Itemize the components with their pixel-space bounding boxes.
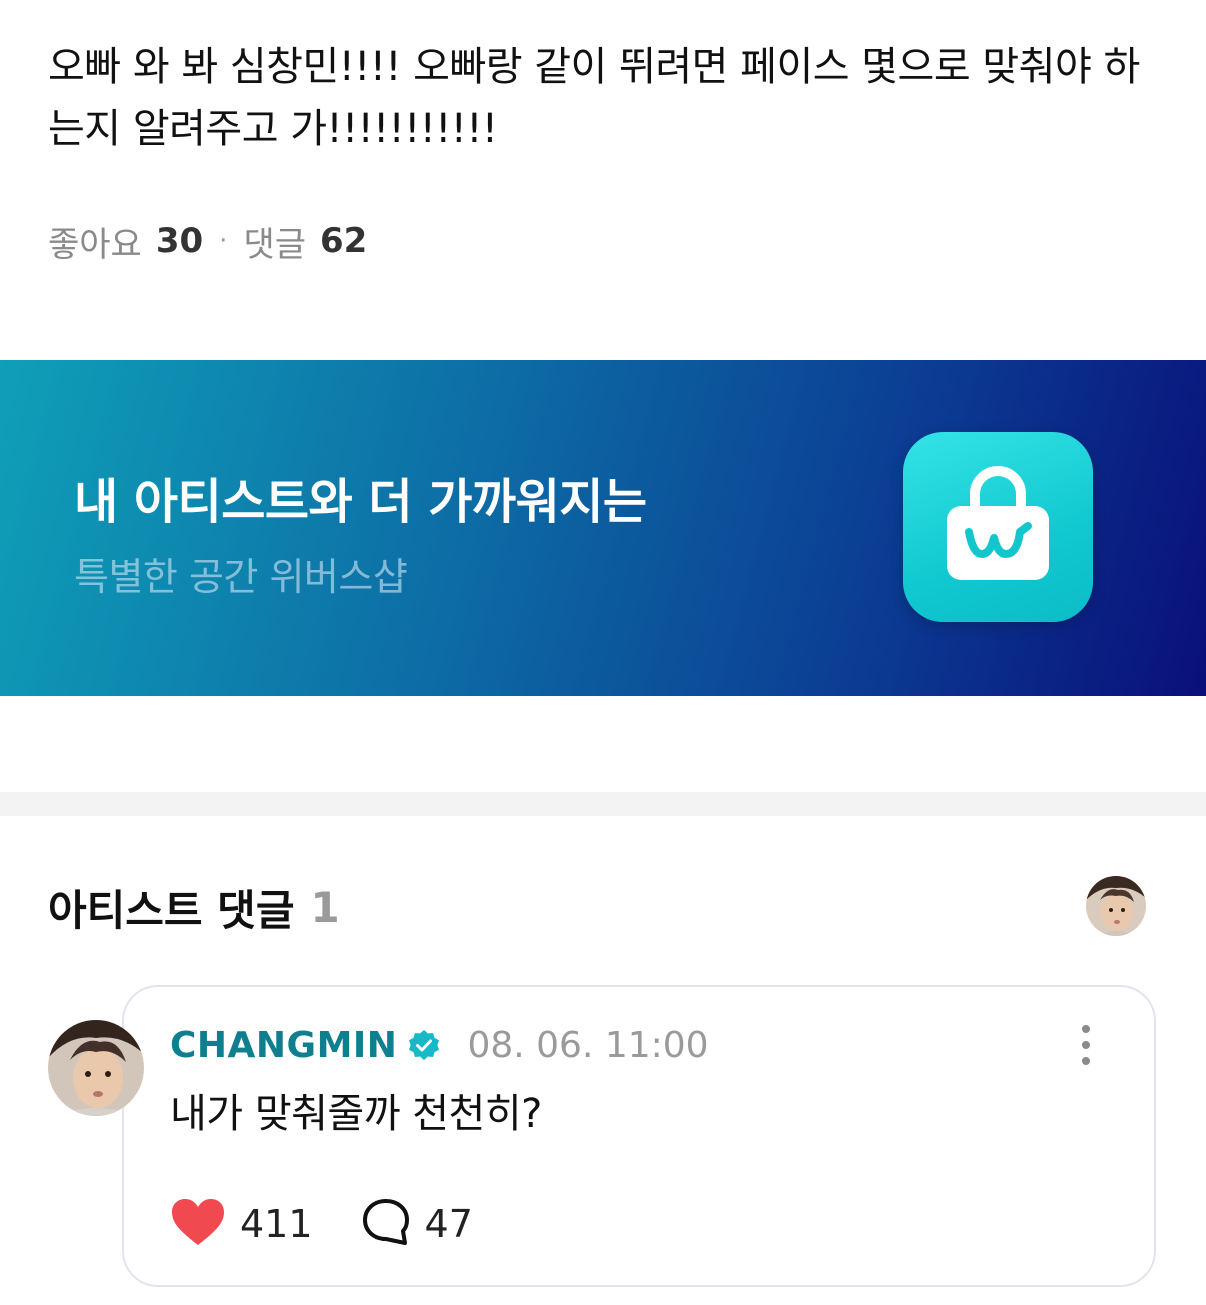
section-divider — [0, 792, 1206, 816]
reply-count: 47 — [424, 1202, 473, 1246]
artist-comments-count: 1 — [310, 882, 340, 932]
banner-title[interactable]: 내 아티스트와 더 가까워지는 — [74, 462, 647, 532]
likes-count[interactable]: 30 — [156, 221, 203, 261]
comment-reactions: 411 47 — [170, 1196, 473, 1252]
like-button[interactable]: 411 — [170, 1197, 313, 1251]
likes-label[interactable]: 좋아요 — [48, 217, 142, 266]
artist-avatar-small[interactable] — [1086, 876, 1146, 936]
comment-text: 내가 맞춰줄까 천천히? — [170, 1091, 542, 1137]
comments-count[interactable]: 62 — [320, 221, 367, 261]
like-count: 411 — [240, 1202, 313, 1246]
speech-bubble-icon[interactable] — [361, 1197, 411, 1251]
comment-author-name[interactable]: CHANGMIN — [170, 1025, 397, 1066]
reply-button[interactable]: 47 — [361, 1197, 473, 1251]
post-body-text: 오빠 와 봐 심창민!!!! 오빠랑 같이 뛰려면 페이스 몇으로 맞춰야 하는… — [48, 44, 1140, 152]
artist-comments-title: 아티스트 댓글 — [48, 885, 295, 935]
comment-author-avatar[interactable] — [48, 1020, 144, 1116]
weverse-shop-bag-icon[interactable] — [903, 432, 1093, 622]
comments-label[interactable]: 댓글 — [243, 217, 306, 266]
artist-comments-heading: 아티스트 댓글 1 — [48, 876, 340, 938]
comment-header: CHANGMIN 08. 06. 11:00 — [170, 1022, 709, 1068]
post-page: 오빠 와 봐 심창민!!!! 오빠랑 같이 뛰려면 페이스 몇으로 맞춰야 하는… — [0, 0, 1206, 1305]
stats-separator: · — [219, 226, 228, 256]
verified-badge-icon — [407, 1028, 441, 1062]
more-options-icon[interactable] — [1070, 1022, 1102, 1068]
post-stats: 좋아요 30 · 댓글 62 — [48, 217, 367, 266]
heart-icon[interactable] — [170, 1197, 226, 1251]
banner-subtitle[interactable]: 특별한 공간 위버스샵 — [74, 546, 408, 601]
comment-timestamp: 08. 06. 11:00 — [467, 1024, 709, 1066]
